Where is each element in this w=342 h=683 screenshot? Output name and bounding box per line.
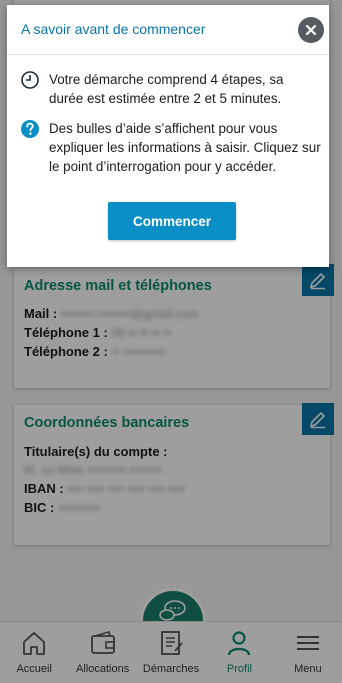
duration-text: Votre démarche comprend 4 étapes, sa dur… (49, 72, 284, 106)
help-icon (21, 120, 39, 138)
close-icon (305, 24, 317, 36)
help-info: Des bulles d’aide s’affichent pour vous … (20, 119, 321, 176)
start-button[interactable]: Commencer (108, 202, 236, 240)
dialog-header: A savoir avant de commencer (7, 5, 329, 55)
intro-dialog: A savoir avant de commencer Votre démarc… (7, 5, 329, 267)
close-button[interactable] (298, 17, 324, 43)
help-text: Des bulles d’aide s’affichent pour vous … (49, 121, 321, 174)
duration-info: Votre démarche comprend 4 étapes, sa dur… (20, 70, 321, 108)
clock-icon (21, 71, 39, 89)
dialog-title: A savoir avant de commencer (21, 21, 206, 37)
